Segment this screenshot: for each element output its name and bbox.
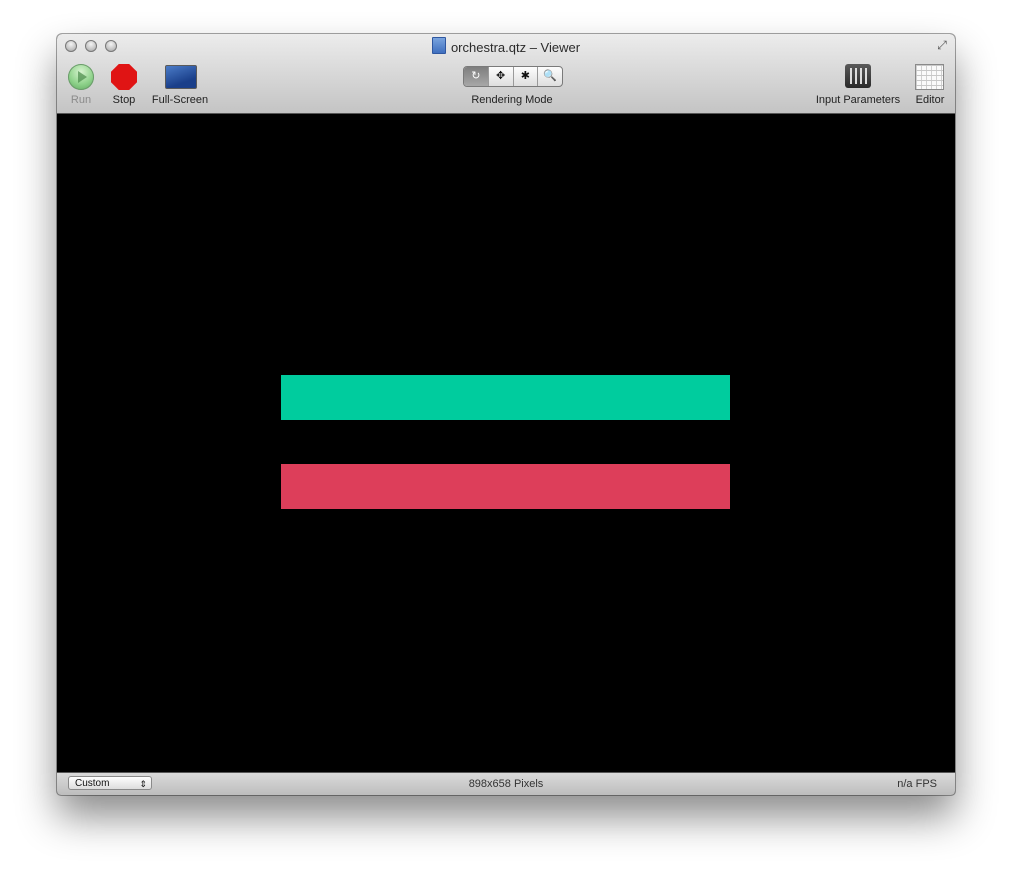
- stop-button[interactable]: Stop: [101, 34, 147, 113]
- teal-bar: [281, 375, 730, 420]
- red-bar: [281, 464, 730, 509]
- input-parameters-label: Input Parameters: [815, 94, 901, 106]
- sliders-icon: [845, 64, 871, 88]
- fullscreen-label: Full-Screen: [151, 94, 209, 106]
- fullscreen-button[interactable]: Full-Screen: [145, 34, 215, 113]
- title-toolbar: orchestra.qtz – Viewer ⤢ Run Stop Full-S…: [57, 34, 955, 114]
- editor-label: Editor: [915, 94, 945, 106]
- stop-label: Stop: [112, 94, 136, 106]
- document-icon: [431, 37, 446, 54]
- fullscreen-screen-icon: [165, 65, 197, 89]
- run-label: Run: [70, 94, 92, 106]
- play-icon: [68, 64, 94, 90]
- fps-readout: n/a FPS: [897, 778, 937, 790]
- stop-icon: [111, 64, 137, 90]
- status-bar: Custom ⇕ 898x658 Pixels n/a FPS: [57, 772, 955, 795]
- rendering-mode-label: Rendering Mode: [471, 94, 553, 106]
- run-button[interactable]: Run: [57, 34, 105, 113]
- rendering-mode-group: Rendering Mode: [452, 34, 572, 113]
- viewer-window: orchestra.qtz – Viewer ⤢ Run Stop Full-S…: [57, 34, 955, 795]
- editor-button[interactable]: Editor: [907, 34, 953, 113]
- pixel-size-readout: 898x658 Pixels: [468, 778, 544, 790]
- input-parameters-button[interactable]: Input Parameters: [807, 34, 909, 113]
- editor-grid-icon: [915, 64, 944, 90]
- render-canvas[interactable]: [57, 114, 955, 772]
